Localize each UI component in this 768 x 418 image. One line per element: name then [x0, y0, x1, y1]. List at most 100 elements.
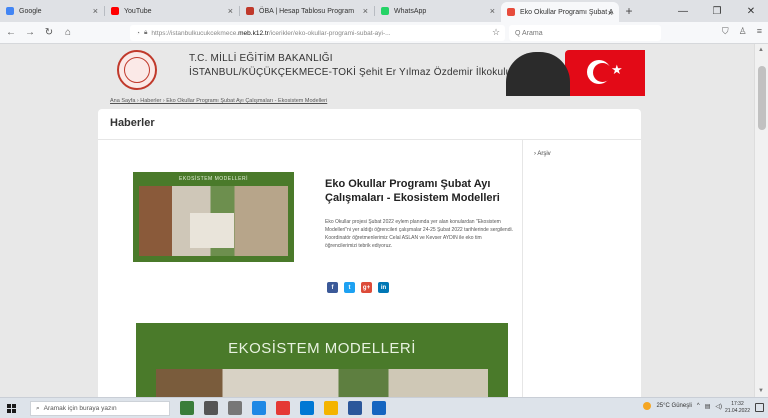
minimize-icon[interactable]: — [666, 0, 700, 22]
oba-favicon-icon [246, 7, 254, 15]
new-tab-button[interactable]: + [619, 0, 639, 22]
header-artwork: ★ [500, 44, 645, 96]
address-bar[interactable]: ◔ 🔒︎ https://istanbulkucukcekmece. meb.k1… [130, 25, 505, 41]
windows-taskbar: ⌕ Aramak için buraya yazın 25°C Güneşli … [0, 397, 768, 418]
close-tab-icon[interactable]: × [228, 6, 233, 16]
whatsapp-favicon-icon [381, 7, 389, 15]
section-title: Haberler [110, 117, 155, 129]
bookmark-star-icon[interactable]: ☆ [492, 27, 500, 38]
banner-photo [156, 369, 488, 397]
scroll-up-arrow-icon[interactable]: ▲ [758, 47, 764, 53]
home-icon[interactable]: ⌂ [60, 25, 76, 41]
twitter-icon[interactable]: t [344, 282, 355, 293]
school-favicon-icon [507, 8, 515, 16]
divider [98, 139, 641, 140]
tab-whatsapp[interactable]: WhatsApp × [375, 0, 501, 22]
url-prefix: https://istanbulkucukcekmece. [151, 29, 239, 37]
scroll-down-arrow-icon[interactable]: ▼ [758, 388, 764, 394]
account-icon[interactable]: ♙ [739, 26, 747, 37]
taskbar-clock[interactable]: 17:32 21.04.2022 [725, 401, 750, 415]
firefox-icon[interactable] [276, 401, 290, 415]
navigation-toolbar: ← → ↻ ⌂ ◔ 🔒︎ https://istanbulkucukcekmec… [0, 22, 768, 44]
volume-icon[interactable]: ◁) [715, 403, 722, 410]
column-divider [522, 140, 523, 397]
vertical-scrollbar[interactable]: ▲ ▼ [754, 44, 768, 397]
clock-date: 21.04.2022 [724, 408, 750, 414]
meb-logo[interactable] [117, 50, 157, 90]
facebook-icon[interactable]: f [327, 282, 338, 293]
linkedin-icon[interactable]: in [378, 282, 389, 293]
notification-icon[interactable] [755, 403, 764, 412]
thumbnail-caption: EKOSİSTEM MODELLERİ [179, 176, 248, 182]
back-arrow-icon[interactable]: ← [3, 25, 19, 41]
windows-start-icon[interactable] [7, 404, 16, 413]
lock-icon[interactable]: 🔒︎ [144, 29, 147, 37]
taskbar-widget-icon[interactable] [180, 401, 194, 415]
reload-icon[interactable]: ↻ [41, 25, 57, 41]
archive-link[interactable]: › Arşiv [534, 151, 551, 157]
network-icon[interactable]: ▤ [705, 403, 711, 410]
taskbar-search-placeholder: Aramak için buraya yazın [43, 405, 117, 412]
news-paragraph: Eko Okullar projesi Şubat 2022 eylem pla… [325, 219, 513, 233]
menu-icon[interactable]: ≡ [757, 26, 762, 37]
tab-label: Eko Okullar Programı Şubat A [520, 8, 614, 16]
word-icon[interactable] [348, 401, 362, 415]
url-host: meb.k12.tr [238, 29, 269, 37]
share-buttons: f t g+ in [327, 282, 389, 293]
news-thumbnail-image[interactable]: EKOSİSTEM MODELLERİ [133, 172, 294, 262]
toolbar-icons: ⛉ ♙ ≡ [722, 26, 762, 37]
tab-strip: Google × YouTube × ÖBA | Hesap Tablosu P… [0, 0, 768, 22]
logo-ring [124, 57, 150, 83]
close-tab-icon[interactable]: × [490, 6, 495, 16]
google-favicon-icon [6, 7, 14, 15]
tab-youtube[interactable]: YouTube × [105, 0, 239, 22]
url-path: /icerikler/eko-okullar-programi-subat-ay… [268, 29, 391, 37]
close-tab-icon[interactable]: × [608, 8, 613, 18]
chevron-up-icon[interactable]: ^ [697, 403, 700, 409]
article-banner-image: EKOSİSTEM MODELLERİ [136, 323, 508, 397]
clock-time: 17:32 [731, 401, 744, 407]
shield-extension-icon[interactable]: ⛉ [722, 26, 729, 37]
pinned-apps [180, 401, 386, 415]
tab-label: Google [19, 7, 42, 15]
tab-google[interactable]: Google × [0, 0, 104, 22]
taskbar-search-input[interactable]: ⌕ Aramak için buraya yazın [30, 401, 170, 416]
youtube-favicon-icon [111, 7, 119, 15]
news-panel: Haberler › Arşiv EKOSİSTEM MODELLERİ Eko… [98, 109, 641, 397]
tab-eko-okullar[interactable]: Eko Okullar Programı Şubat A × [501, 2, 619, 22]
system-tray: 25°C Güneşli ^ ▤ ◁) [643, 402, 722, 410]
close-tab-icon[interactable]: × [93, 6, 98, 16]
tab-label: ÖBA | Hesap Tablosu Program [259, 7, 355, 15]
weather-text[interactable]: 25°C Güneşli [656, 403, 691, 409]
search-box[interactable]: Q Arama [509, 25, 661, 41]
store-icon[interactable] [300, 401, 314, 415]
forward-arrow-icon[interactable]: → [22, 25, 38, 41]
cortana-icon[interactable] [204, 401, 218, 415]
edge-icon[interactable] [252, 401, 266, 415]
task-view-icon[interactable] [228, 401, 242, 415]
crescent-shape [587, 60, 612, 84]
shield-icon: ◔ [136, 29, 140, 37]
tab-oba[interactable]: ÖBA | Hesap Tablosu Program × [240, 0, 374, 22]
tab-label: YouTube [124, 7, 152, 15]
search-icon: ⌕ [36, 404, 40, 412]
scroll-thumb[interactable] [758, 66, 766, 130]
close-tab-icon[interactable]: × [363, 6, 368, 16]
page-viewport[interactable]: T.C. MİLLİ EĞİTİM BAKANLIĞI İSTANBUL/KÜÇ… [0, 44, 768, 397]
breadcrumb[interactable]: Ana Sayfa › Haberler › Eko Okullar Progr… [110, 98, 327, 104]
news-title: Eko Okullar Programı Şubat Ayı Çalışmala… [325, 178, 500, 204]
ataturk-portrait-image [506, 52, 570, 96]
thumbnail-photo [139, 186, 288, 256]
close-window-icon[interactable]: ✕ [734, 0, 768, 22]
weather-sun-icon [643, 402, 652, 410]
mail-icon[interactable] [372, 401, 386, 415]
search-placeholder: Q Arama [515, 29, 543, 37]
maximize-icon[interactable]: ❐ [700, 0, 734, 22]
file-explorer-icon[interactable] [324, 401, 338, 415]
site-header: T.C. MİLLİ EĞİTİM BAKANLIĞI İSTANBUL/KÜÇ… [0, 44, 754, 96]
star-icon: ★ [611, 62, 623, 77]
ministry-name: T.C. MİLLİ EĞİTİM BAKANLIĞI [189, 53, 333, 64]
school-name: İSTANBUL/KÜÇÜKÇEKMECE-TOKİ Şehit Er Yılm… [189, 67, 512, 78]
google-plus-icon[interactable]: g+ [361, 282, 372, 293]
news-body: Eko Okullar projesi Şubat 2022 eylem pla… [325, 218, 513, 250]
